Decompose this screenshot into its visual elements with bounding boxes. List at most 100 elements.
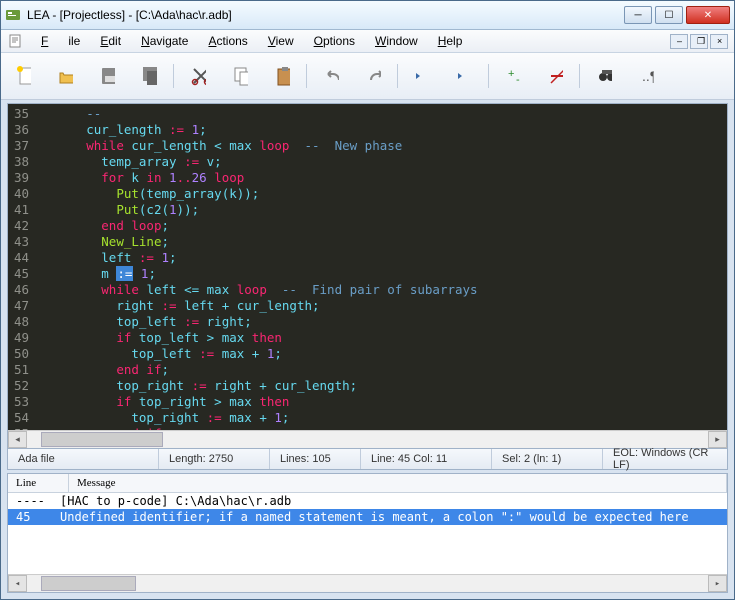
token-id <box>86 186 116 201</box>
menu-options[interactable]: Options <box>304 31 365 51</box>
token-kw: then <box>252 330 282 345</box>
menu-file[interactable]: File <box>31 31 90 51</box>
code-line[interactable]: cur_length := 1; <box>41 122 727 138</box>
code-line[interactable]: right := left + cur_length; <box>41 298 727 314</box>
mdi-close-button[interactable]: × <box>710 34 728 49</box>
indent-button[interactable] <box>450 62 478 90</box>
copy-icon <box>232 65 248 87</box>
svg-text:..¶: ..¶ <box>642 68 654 84</box>
redo-icon <box>365 65 381 87</box>
code-line[interactable]: Put(temp_array(k)); <box>41 186 727 202</box>
undo-button[interactable] <box>317 62 345 90</box>
code-line[interactable]: end loop; <box>41 218 727 234</box>
token-id: temp_array <box>86 154 184 169</box>
redo-button[interactable] <box>359 62 387 90</box>
code-editor[interactable]: 35 36 37 38 39 40 41 42 43 44 45 46 47 4… <box>8 104 727 430</box>
show-special-button[interactable]: ..¶ <box>632 62 660 90</box>
menu-view[interactable]: View <box>258 31 304 51</box>
scroll-right-icon[interactable]: ▸ <box>708 431 727 448</box>
token-fn: New_Line <box>101 234 161 249</box>
code-line[interactable]: -- <box>41 106 727 122</box>
token-id: max + <box>222 346 267 361</box>
token-num: 1 <box>192 122 200 137</box>
token-op: := <box>139 250 162 265</box>
code-line[interactable]: if top_right > max then <box>41 394 727 410</box>
save-button[interactable] <box>93 62 121 90</box>
code-line[interactable]: Put(c2(1)); <box>41 202 727 218</box>
copy-button[interactable] <box>226 62 254 90</box>
open-button[interactable] <box>51 62 79 90</box>
token-id: ; <box>169 250 177 265</box>
token-id: ; <box>162 234 170 249</box>
strike-icon <box>547 65 563 87</box>
message-row[interactable]: 45Undefined identifier; if a named state… <box>8 509 727 525</box>
menu-help[interactable]: Help <box>428 31 473 51</box>
token-id: ; <box>199 122 207 137</box>
message-rows[interactable]: ----[HAC to p-code] C:\Ada\hac\r.adb45Un… <box>8 493 727 574</box>
token-id: cur_length < max <box>131 138 259 153</box>
message-col-msg[interactable]: Message <box>69 474 727 492</box>
message-scrollbar[interactable]: ◂ ▸ <box>8 574 727 592</box>
scroll-left-icon[interactable]: ◂ <box>8 575 27 592</box>
undo-icon <box>323 65 339 87</box>
code-line[interactable]: for k in 1..26 loop <box>41 170 727 186</box>
token-kw: then <box>259 394 289 409</box>
code-line[interactable]: temp_array := v; <box>41 154 727 170</box>
comment-button[interactable]: +- <box>499 62 527 90</box>
menu-edit[interactable]: Edit <box>90 31 131 51</box>
token-num: 26 <box>192 170 207 185</box>
scroll-right-icon[interactable]: ▸ <box>708 575 727 592</box>
code-line[interactable]: top_left := right; <box>41 314 727 330</box>
token-id: top_left > max <box>139 330 252 345</box>
code-line[interactable]: left := 1; <box>41 250 727 266</box>
title-bar[interactable]: LEA - [Projectless] - [C:\Ada\hac\r.adb]… <box>1 1 734 30</box>
save-icon <box>99 65 115 87</box>
maximize-button[interactable]: ☐ <box>655 6 683 24</box>
mdi-minimize-button[interactable]: – <box>670 34 688 49</box>
token-id: ; <box>161 362 169 377</box>
find-button[interactable] <box>590 62 618 90</box>
scroll-thumb[interactable] <box>41 432 164 447</box>
code-line[interactable]: top_left := max + 1; <box>41 346 727 362</box>
status-bar: Ada file Length: 2750 Lines: 105 Line: 4… <box>7 449 728 470</box>
token-id: right + cur_length; <box>214 378 357 393</box>
token-num: 1 <box>169 170 177 185</box>
status-lines: Lines: 105 <box>270 449 361 469</box>
token-op: := <box>169 122 192 137</box>
token-kw: loop <box>237 282 282 297</box>
mdi-restore-button[interactable]: ❐ <box>690 34 708 49</box>
code-line[interactable]: end if; <box>41 362 727 378</box>
scroll-thumb[interactable] <box>41 576 136 591</box>
uncomment-button[interactable] <box>541 62 569 90</box>
code-line[interactable]: New_Line; <box>41 234 727 250</box>
code-line[interactable]: while cur_length < max loop -- New phase <box>41 138 727 154</box>
unindent-button[interactable] <box>408 62 436 90</box>
cut-button[interactable] <box>184 62 212 90</box>
menu-window[interactable]: Window <box>365 31 428 51</box>
token-cm: -- New phase <box>304 138 402 153</box>
new-file-button[interactable] <box>9 62 37 90</box>
code-line[interactable]: while left <= max loop -- Find pair of s… <box>41 282 727 298</box>
scroll-left-icon[interactable]: ◂ <box>8 431 27 448</box>
menu-navigate[interactable]: Navigate <box>131 31 198 51</box>
message-row[interactable]: ----[HAC to p-code] C:\Ada\hac\r.adb <box>8 493 727 509</box>
code-line[interactable]: if top_left > max then <box>41 330 727 346</box>
token-id: ; <box>282 410 290 425</box>
minimize-button[interactable]: ─ <box>624 6 652 24</box>
code-content[interactable]: -- cur_length := 1; while cur_length < m… <box>37 104 727 430</box>
horizontal-scrollbar[interactable]: ◂ ▸ <box>8 430 727 448</box>
token-op: := <box>207 410 230 425</box>
editor-pane: 35 36 37 38 39 40 41 42 43 44 45 46 47 4… <box>7 103 728 449</box>
save-all-button[interactable] <box>135 62 163 90</box>
code-line[interactable]: top_right := max + 1; <box>41 410 727 426</box>
menu-actions[interactable]: Actions <box>198 31 257 51</box>
code-line[interactable]: top_right := right + cur_length; <box>41 378 727 394</box>
token-id <box>86 170 101 185</box>
message-col-line[interactable]: Line <box>8 474 69 492</box>
token-id: top_right <box>86 378 191 393</box>
token-kw: in <box>146 170 169 185</box>
close-button[interactable]: ✕ <box>686 6 730 24</box>
code-line[interactable]: m := 1; <box>41 266 727 282</box>
paste-button[interactable] <box>268 62 296 90</box>
app-icon <box>5 7 21 23</box>
